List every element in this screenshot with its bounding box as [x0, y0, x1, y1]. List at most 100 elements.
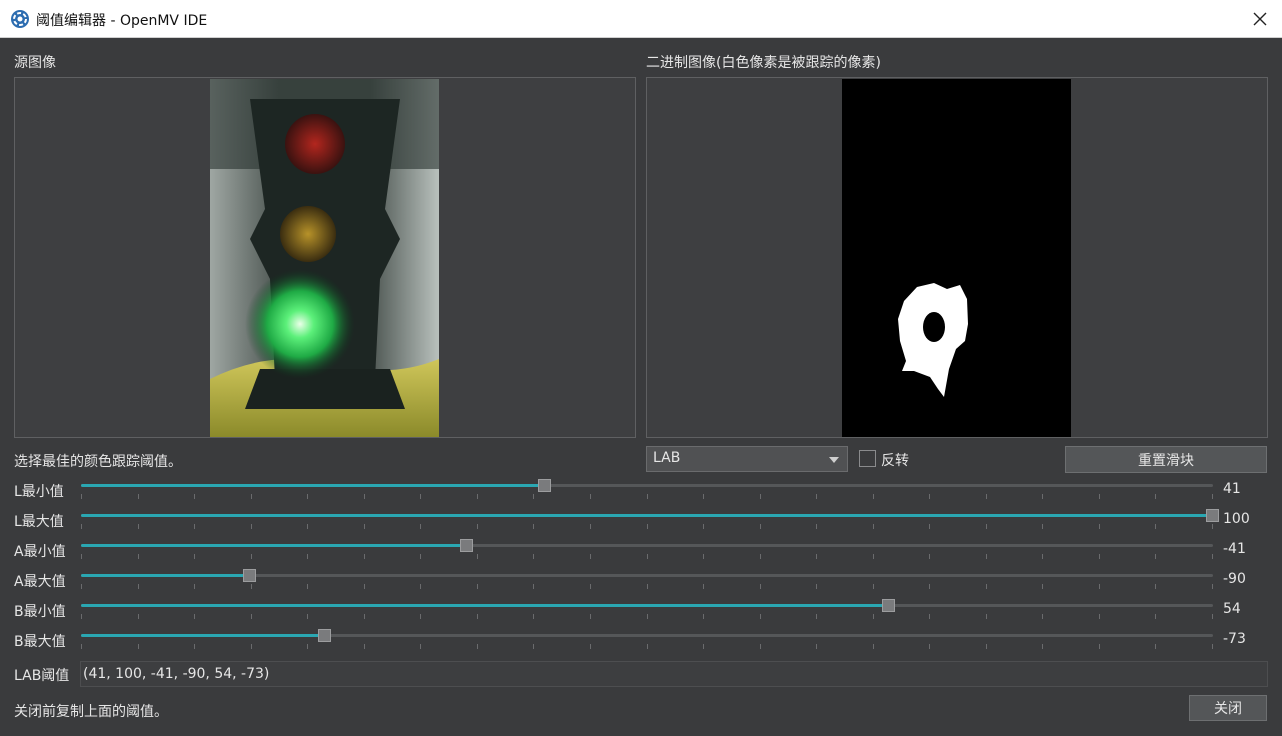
slider[interactable] — [81, 629, 1213, 649]
lab-threshold-value: (41, 100, -41, -90, 54, -73) — [83, 666, 270, 682]
slider-tick — [873, 554, 874, 559]
slider-ticks — [81, 584, 1213, 589]
slider-tick — [194, 584, 195, 589]
hint-text: 选择最佳的颜色跟踪阈值。 — [14, 454, 182, 470]
slider-tick — [590, 584, 591, 589]
invert-checkbox-label: 反转 — [881, 453, 909, 469]
slider-tick — [760, 494, 761, 499]
slider-tick — [81, 614, 82, 619]
slider-tick — [420, 524, 421, 529]
slider[interactable] — [81, 539, 1213, 559]
slider-tick — [1099, 524, 1100, 529]
slider-tick — [477, 584, 478, 589]
slider-tick — [307, 584, 308, 589]
slider-tick — [873, 524, 874, 529]
window-title: 阈值编辑器 - OpenMV IDE — [36, 13, 208, 29]
slider-tick — [1155, 644, 1156, 649]
slider-tick — [1042, 524, 1043, 529]
reset-sliders-button[interactable]: 重置滑块 — [1065, 446, 1267, 473]
slider-tick — [533, 614, 534, 619]
slider-tick — [138, 584, 139, 589]
slider-fill — [81, 544, 467, 547]
slider-tick — [986, 584, 987, 589]
slider-handle[interactable] — [1206, 509, 1219, 522]
slider-handle[interactable] — [460, 539, 473, 552]
slider-tick — [873, 584, 874, 589]
slider-row: L最大值 100 — [0, 504, 1282, 534]
slider-value: -41 — [1223, 541, 1246, 557]
slider-ticks — [81, 644, 1213, 649]
title-bar: 阈值编辑器 - OpenMV IDE — [0, 0, 1282, 38]
slider-tick — [364, 554, 365, 559]
slider-tick — [647, 524, 648, 529]
slider-ticks — [81, 494, 1213, 499]
slider-tick — [647, 644, 648, 649]
slider-tick — [703, 494, 704, 499]
slider-tick — [1155, 584, 1156, 589]
slider-tick — [590, 494, 591, 499]
slider-value: 100 — [1223, 511, 1250, 527]
slider-tick — [1155, 554, 1156, 559]
color-space-select[interactable]: LAB — [646, 446, 848, 472]
close-button[interactable]: 关闭 — [1189, 695, 1267, 721]
lab-threshold-field[interactable]: (41, 100, -41, -90, 54, -73) — [80, 661, 1268, 687]
slider-tick — [760, 614, 761, 619]
slider-tick — [364, 494, 365, 499]
slider-tick — [816, 524, 817, 529]
slider-label: L最大值 — [14, 514, 64, 530]
slider-fill — [81, 604, 889, 607]
slider-handle[interactable] — [882, 599, 895, 612]
slider-value: -90 — [1223, 571, 1246, 587]
slider-tick — [986, 644, 987, 649]
invert-checkbox[interactable] — [859, 450, 876, 467]
slider-fill — [81, 514, 1213, 517]
slider-tick — [81, 494, 82, 499]
slider-tick — [420, 584, 421, 589]
slider-tick — [251, 494, 252, 499]
slider-tick — [1099, 554, 1100, 559]
slider-tick — [703, 524, 704, 529]
slider-tick — [1099, 584, 1100, 589]
slider-tick — [533, 554, 534, 559]
close-window-button[interactable] — [1238, 0, 1282, 37]
slider-handle[interactable] — [318, 629, 331, 642]
slider-tick — [1099, 614, 1100, 619]
slider-tick — [364, 524, 365, 529]
slider-value: -73 — [1223, 631, 1246, 647]
slider-tick — [477, 614, 478, 619]
slider[interactable] — [81, 479, 1213, 499]
slider-row: B最小值 54 — [0, 594, 1282, 624]
slider-tick — [307, 524, 308, 529]
slider-ticks — [81, 524, 1213, 529]
slider-tick — [251, 584, 252, 589]
slider[interactable] — [81, 509, 1219, 529]
slider-tick — [760, 584, 761, 589]
slider-fill — [81, 484, 545, 487]
slider-tick — [1042, 644, 1043, 649]
slider-tick — [1042, 614, 1043, 619]
slider-row: B最大值 -73 — [0, 624, 1282, 654]
source-image-panel — [14, 77, 636, 438]
slider-tick — [986, 494, 987, 499]
slider-tick — [929, 494, 930, 499]
slider-handle[interactable] — [538, 479, 551, 492]
slider-tick — [816, 644, 817, 649]
slider-tick — [81, 524, 82, 529]
slider-tick — [1155, 524, 1156, 529]
slider-value: 54 — [1223, 601, 1241, 617]
slider-value: 41 — [1223, 481, 1241, 497]
slider-tick — [929, 554, 930, 559]
slider[interactable] — [81, 569, 1213, 589]
slider-tick — [194, 494, 195, 499]
slider-tick — [364, 584, 365, 589]
slider-tick — [873, 644, 874, 649]
slider[interactable] — [81, 599, 1213, 619]
slider-tick — [307, 494, 308, 499]
source-image-label: 源图像 — [14, 55, 56, 71]
slider-handle[interactable] — [243, 569, 256, 582]
openmv-icon — [11, 10, 29, 28]
reset-sliders-label: 重置滑块 — [1138, 452, 1194, 469]
slider-tick — [138, 614, 139, 619]
slider-tick — [194, 614, 195, 619]
slider-ticks — [81, 554, 1213, 559]
